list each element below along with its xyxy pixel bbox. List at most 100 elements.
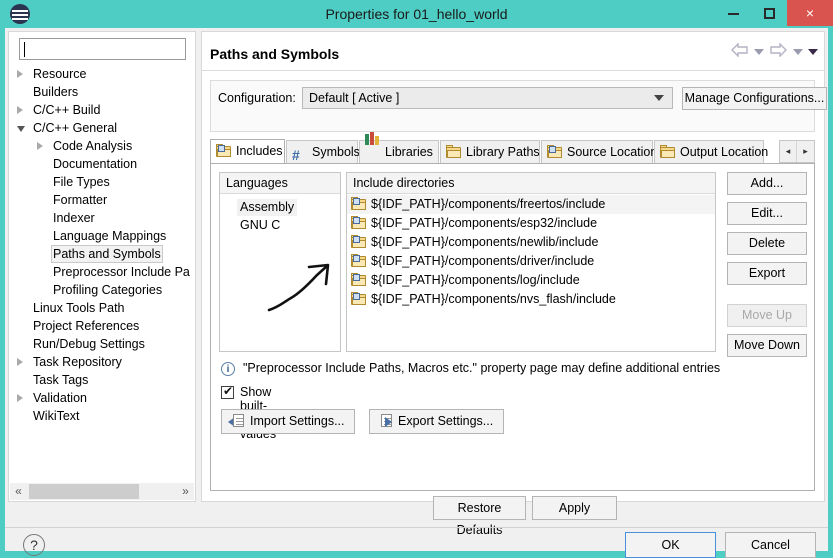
help-icon[interactable]: ?	[23, 534, 45, 556]
close-button[interactable]: ×	[787, 0, 833, 26]
filter-field[interactable]	[19, 38, 186, 60]
tab-label: Includes	[236, 144, 283, 158]
sidebar-item[interactable]: Formatter	[9, 191, 195, 209]
sidebar-item-label: Resource	[31, 65, 89, 83]
tab-label: Source Location	[567, 145, 657, 159]
sidebar-item-label: Linux Tools Path	[31, 299, 127, 317]
sidebar-item-label: Indexer	[51, 209, 97, 227]
include-directory-row[interactable]: ${IDF_PATH}/components/esp32/include	[347, 214, 715, 233]
scroll-right-icon[interactable]: »	[177, 483, 194, 500]
cancel-button[interactable]: Cancel	[725, 532, 816, 558]
sidebar-item-label: Preprocessor Include Pa	[51, 263, 192, 281]
sidebar-item-label: File Types	[51, 173, 112, 191]
back-menu-chevron-down-icon[interactable]	[754, 49, 764, 55]
language-item[interactable]: Assembly	[237, 199, 297, 216]
twisty-collapsed-icon[interactable]	[17, 106, 23, 114]
include-directory-row[interactable]: ${IDF_PATH}/components/log/include	[347, 271, 715, 290]
move-up-button: Move Up	[727, 304, 807, 327]
edit-button[interactable]: Edit...	[727, 202, 807, 225]
sidebar-item[interactable]: Documentation	[9, 155, 195, 173]
sidebar-item[interactable]: Language Mappings	[9, 227, 195, 245]
scroll-thumb[interactable]	[29, 484, 139, 499]
include-directory-path: ${IDF_PATH}/components/log/include	[371, 273, 580, 287]
language-item[interactable]: GNU C	[237, 217, 283, 234]
include-directory-row[interactable]: ${IDF_PATH}/components/newlib/include	[347, 233, 715, 252]
twisty-collapsed-icon[interactable]	[17, 358, 23, 366]
export-settings-label: Export Settings...	[398, 414, 493, 428]
export-settings-button[interactable]: Export Settings...	[369, 409, 504, 434]
ok-button[interactable]: OK	[625, 532, 716, 558]
info-message-text: "Preprocessor Include Paths, Macros etc.…	[243, 361, 720, 375]
tab-library-paths[interactable]: Library Paths	[440, 140, 540, 163]
sidebar-item[interactable]: C/C++ Build	[9, 101, 195, 119]
back-arrow-icon[interactable]	[731, 43, 749, 60]
maximize-button[interactable]	[751, 0, 787, 26]
sidebar-item-label: Task Repository	[31, 353, 124, 371]
sidebar-item[interactable]: Run/Debug Settings	[9, 335, 195, 353]
include-directory-row[interactable]: ${IDF_PATH}/components/nvs_flash/include	[347, 290, 715, 309]
apply-button[interactable]: Apply	[532, 496, 617, 520]
tab-source-location[interactable]: Source Location	[541, 140, 653, 163]
sidebar-item[interactable]: Task Tags	[9, 371, 195, 389]
export-button[interactable]: Export	[727, 262, 807, 285]
filter-input[interactable]	[20, 39, 185, 59]
includes-tab-panel: Languages AssemblyGNU C Include director…	[210, 163, 815, 491]
move-down-button[interactable]: Move Down	[727, 334, 807, 357]
manage-configurations-button[interactable]: Manage Configurations...	[682, 87, 827, 110]
tab-scroll-controls: ◂▸	[779, 140, 815, 163]
forward-arrow-icon[interactable]	[769, 43, 787, 60]
sidebar-item[interactable]: File Types	[9, 173, 195, 191]
languages-list[interactable]: Languages AssemblyGNU C	[219, 172, 341, 352]
tab-symbols[interactable]: #Symbols	[286, 140, 358, 163]
sidebar-item[interactable]: Paths and Symbols	[9, 245, 195, 263]
tree-horizontal-scrollbar[interactable]: « »	[10, 483, 194, 500]
sidebar-item-label: Formatter	[51, 191, 109, 209]
sidebar-item[interactable]: Profiling Categories	[9, 281, 195, 299]
include-directory-row[interactable]: ${IDF_PATH}/components/freertos/include	[347, 195, 715, 214]
import-icon	[228, 414, 245, 429]
sidebar-item[interactable]: Preprocessor Include Pa	[9, 263, 195, 281]
view-menu-chevron-down-icon[interactable]	[808, 49, 818, 55]
minimize-button[interactable]	[715, 0, 751, 26]
scroll-left-icon[interactable]: «	[10, 483, 27, 500]
twisty-collapsed-icon[interactable]	[37, 142, 43, 150]
settings-tree[interactable]: ResourceBuildersC/C++ BuildC/C++ General…	[9, 65, 195, 465]
tab-output-location[interactable]: Output Location	[654, 140, 764, 163]
sidebar-item[interactable]: Linux Tools Path	[9, 299, 195, 317]
hand-drawn-arrow-annotation	[265, 258, 345, 318]
checkmark-icon: ✔	[223, 385, 233, 398]
sidebar-item[interactable]: Task Repository	[9, 353, 195, 371]
tab-libraries[interactable]: Libraries	[359, 140, 439, 163]
tab-scroll-next-icon[interactable]: ▸	[797, 141, 814, 162]
window-titlebar: Properties for 01_hello_world ×	[0, 0, 833, 28]
include-directories-list[interactable]: Include directories ${IDF_PATH}/componen…	[346, 172, 716, 352]
sidebar-item[interactable]: Indexer	[9, 209, 195, 227]
hash-icon: #	[292, 147, 300, 163]
sidebar-item-label: Documentation	[51, 155, 139, 173]
sidebar-item[interactable]: Resource	[9, 65, 195, 83]
tab-includes[interactable]: Includes	[210, 139, 285, 163]
delete-button[interactable]: Delete	[727, 232, 807, 255]
forward-menu-chevron-down-icon[interactable]	[793, 49, 803, 55]
include-directory-row[interactable]: ${IDF_PATH}/components/driver/include	[347, 252, 715, 271]
sidebar-item[interactable]: Builders	[9, 83, 195, 101]
sidebar-item[interactable]: Validation	[9, 389, 195, 407]
sidebar-item[interactable]: Code Analysis	[9, 137, 195, 155]
include-directories-items: ${IDF_PATH}/components/freertos/include$…	[347, 195, 715, 309]
twisty-collapsed-icon[interactable]	[17, 70, 23, 78]
sidebar-item[interactable]: C/C++ General	[9, 119, 195, 137]
sidebar-item[interactable]: Project References	[9, 317, 195, 335]
add-button[interactable]: Add...	[727, 172, 807, 195]
sidebar-item-label: Builders	[31, 83, 80, 101]
show-builtin-values-checkbox[interactable]: ✔	[221, 386, 234, 399]
tab-scroll-prev-icon[interactable]: ◂	[780, 141, 797, 162]
title-separator	[202, 70, 824, 71]
dialog-body: ResourceBuildersC/C++ BuildC/C++ General…	[5, 28, 828, 551]
sidebar-item[interactable]: WikiText	[9, 407, 195, 425]
restore-defaults-button[interactable]: Restore Defaults	[433, 496, 526, 520]
settings-page-panel: Paths and Symbols Conf	[201, 31, 825, 502]
twisty-expanded-icon[interactable]	[17, 126, 25, 132]
twisty-collapsed-icon[interactable]	[17, 394, 23, 402]
configuration-select[interactable]: Default [ Active ]	[302, 87, 673, 109]
import-settings-button[interactable]: Import Settings...	[221, 409, 355, 434]
